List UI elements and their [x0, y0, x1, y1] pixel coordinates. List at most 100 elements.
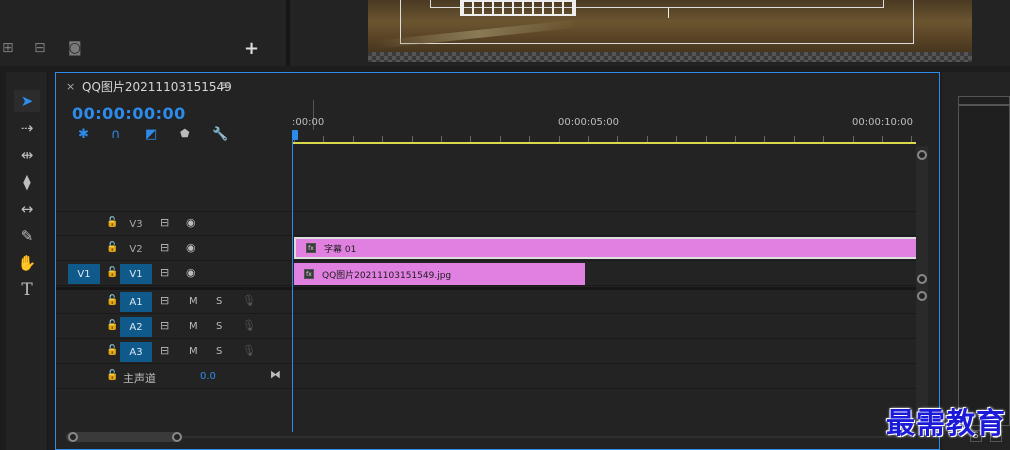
track-target-v3[interactable]: V3	[120, 214, 152, 234]
fx-icon: fx	[304, 269, 314, 279]
mic-icon[interactable]: 🎙	[242, 319, 256, 332]
sync-lock-icon[interactable]: ⊟	[160, 294, 169, 307]
track-lane-v3[interactable]	[292, 212, 916, 236]
hand-tool-icon[interactable]: ✋	[14, 252, 40, 274]
playhead-line	[292, 140, 293, 432]
camera-icon[interactable]: ◙	[68, 40, 82, 56]
horizontal-scroll-track	[66, 436, 916, 438]
text-graphic[interactable]	[460, 0, 576, 16]
pen-tool-icon[interactable]: ✎	[14, 225, 40, 247]
scroll-handle[interactable]	[917, 150, 927, 160]
slip-tool-icon[interactable]: ↔	[14, 198, 40, 220]
lock-icon[interactable]: 🔓	[106, 267, 118, 278]
empty-audio-area	[292, 390, 916, 432]
vertical-scrollbar[interactable]	[916, 146, 928, 434]
wrench-icon[interactable]: 🔧	[212, 127, 228, 142]
ruler-label: 00:00:10:00	[852, 117, 914, 128]
ripple-edit-tool-icon[interactable]: ⇹	[14, 144, 40, 166]
track-header-spacer	[56, 390, 292, 432]
lock-icon[interactable]: 🔓	[106, 295, 118, 306]
track-select-tool-icon[interactable]: ⇢	[14, 117, 40, 139]
meter-divider	[958, 104, 1010, 106]
tools-panel: ➤ ⇢ ⇹ ⧫ ↔ ✎ ✋ T	[6, 72, 48, 450]
razor-tool-icon[interactable]: ⧫	[14, 171, 40, 193]
eye-icon[interactable]: ◉	[186, 266, 196, 279]
clip-title-01[interactable]: fx 字幕 01	[294, 237, 916, 259]
track-target-a2[interactable]: A2	[120, 317, 152, 337]
snap-icon[interactable]: ∩	[111, 127, 121, 142]
sequence-tab[interactable]: QQ图片20211103151549	[82, 78, 232, 95]
transparency-checker	[368, 52, 972, 62]
center-mark	[668, 8, 669, 18]
track-lane-master[interactable]	[292, 365, 916, 389]
watermark-logo: 最需教育	[886, 406, 1007, 440]
lock-icon[interactable]: 🔓	[106, 242, 118, 253]
scroll-handle[interactable]	[172, 432, 182, 442]
track-header-a3: 🔓 A3 ⊟ M S 🎙	[56, 340, 292, 364]
horizontal-scrollbar[interactable]	[66, 432, 182, 442]
video-track-area	[292, 146, 916, 212]
track-header-a1: 🔓 A1 ⊟ M S 🎙	[56, 290, 292, 314]
add-marker-icon[interactable]: ⬟	[180, 127, 190, 140]
clip-label: 字幕 01	[324, 244, 357, 255]
selection-tool-icon[interactable]: ➤	[14, 90, 40, 112]
eye-icon[interactable]: ◉	[186, 216, 196, 229]
track-header-a2: 🔓 A2 ⊟ M S 🎙	[56, 315, 292, 339]
solo-button[interactable]: S	[216, 296, 222, 307]
scroll-handle[interactable]	[917, 291, 927, 301]
lock-icon[interactable]: 🔓	[106, 217, 118, 228]
track-header-spacer	[56, 146, 292, 212]
track-header-v3: 🔓 V3 ⊟ ◉	[56, 212, 292, 236]
eye-icon[interactable]: ◉	[186, 241, 196, 254]
plus-icon[interactable]: +	[244, 38, 259, 59]
nest-icon[interactable]: ✱	[78, 127, 89, 142]
mute-button[interactable]: M	[189, 296, 198, 307]
solo-button[interactable]: S	[216, 321, 222, 332]
insert-icon[interactable]: ⊞	[2, 40, 14, 56]
playhead-timecode[interactable]: 00:00:00:00	[72, 104, 186, 123]
lock-icon[interactable]: 🔓	[106, 320, 118, 331]
track-lane-a2[interactable]	[292, 315, 916, 339]
overwrite-icon[interactable]: ⊟	[34, 40, 46, 56]
playhead-handle[interactable]	[292, 130, 298, 140]
source-patch-v1[interactable]: V1	[68, 264, 100, 284]
mute-button[interactable]: M	[189, 346, 198, 357]
track-target-v1[interactable]: V1	[120, 264, 152, 284]
track-target-a1[interactable]: A1	[120, 292, 152, 312]
track-header-v1: V1 🔓 V1 ⊟ ◉	[56, 262, 292, 286]
clip-image[interactable]: fx QQ图片20211103151549.jpg	[294, 263, 585, 285]
track-header-master: 🔓 主声道 0.0 ⧓	[56, 365, 292, 389]
panel-menu-icon[interactable]: ≡	[220, 78, 230, 92]
track-target-a3[interactable]: A3	[120, 342, 152, 362]
top-left-panel: ⊞ ⊟ ◙ +	[0, 0, 286, 66]
master-label: 主声道	[123, 372, 156, 385]
mute-button[interactable]: M	[189, 321, 198, 332]
linked-selection-icon[interactable]: ◩	[145, 127, 157, 142]
sync-lock-icon[interactable]: ⊟	[160, 241, 169, 254]
scroll-handle[interactable]	[917, 274, 927, 284]
clip-label: QQ图片20211103151549.jpg	[322, 270, 452, 281]
ruler-label: :00:00	[292, 117, 325, 128]
ruler-label: 00:00:05:00	[558, 117, 620, 128]
master-volume[interactable]: 0.0	[200, 371, 216, 382]
scroll-handle[interactable]	[68, 432, 78, 442]
lock-icon[interactable]: 🔓	[106, 370, 118, 381]
sync-lock-icon[interactable]: ⊟	[160, 344, 169, 357]
work-area-bar[interactable]	[292, 142, 916, 144]
track-target-v2[interactable]: V2	[120, 239, 152, 259]
lock-icon[interactable]: 🔓	[106, 345, 118, 356]
track-lane-a1[interactable]	[292, 290, 916, 314]
sync-lock-icon[interactable]: ⊟	[160, 216, 169, 229]
solo-button[interactable]: S	[216, 346, 222, 357]
audio-meter-panel	[958, 96, 1010, 426]
track-lane-a3[interactable]	[292, 340, 916, 364]
track-header-v2: 🔓 V2 ⊟ ◉	[56, 237, 292, 261]
sync-lock-icon[interactable]: ⊟	[160, 266, 169, 279]
go-to-end-icon[interactable]: ⧓	[270, 368, 281, 381]
mic-icon[interactable]: 🎙	[242, 294, 256, 307]
fx-icon: fx	[306, 243, 316, 253]
sync-lock-icon[interactable]: ⊟	[160, 319, 169, 332]
type-tool-icon[interactable]: T	[14, 279, 40, 301]
close-icon[interactable]: ×	[66, 80, 75, 93]
mic-icon[interactable]: 🎙	[242, 344, 256, 357]
